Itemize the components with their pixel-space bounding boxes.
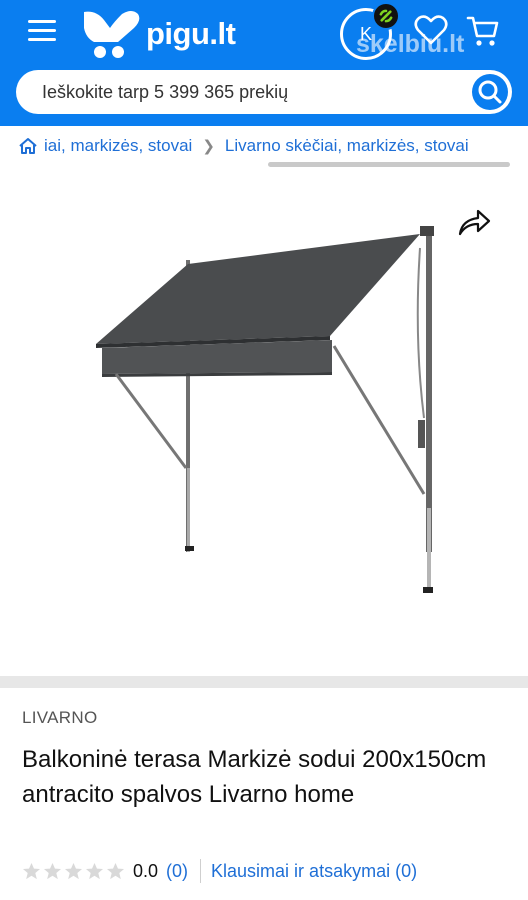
breadcrumb-item[interactable]: iai, markizės, stovai xyxy=(44,136,192,156)
product-image xyxy=(96,226,434,593)
search-icon xyxy=(478,80,502,104)
star-icon xyxy=(64,862,83,879)
search-button[interactable] xyxy=(472,74,508,110)
chevron-right-icon: ❯ xyxy=(202,138,215,155)
rating-value: 0.0 xyxy=(133,860,159,881)
rating-row: 0.0 (0) Klausimai ir atsakymai (0) xyxy=(22,858,417,884)
badge-icon xyxy=(372,2,400,30)
top-header: pigu.lt K skelbiu.lt xyxy=(0,0,528,126)
qa-link[interactable]: Klausimai ir atsakymai (0) xyxy=(211,861,417,882)
star-icon xyxy=(22,862,41,879)
search-bar xyxy=(16,70,512,114)
product-title: Balkoninė terasa Markizė sodui 200x150cm… xyxy=(22,746,487,808)
rating-count-link[interactable]: (0) xyxy=(166,861,188,882)
product-image-gallery[interactable] xyxy=(0,168,528,676)
home-icon[interactable] xyxy=(18,136,38,156)
star-icon xyxy=(85,862,104,879)
heart-icon[interactable] xyxy=(414,14,448,46)
breadcrumb-item[interactable]: Livarno skėčiai, markizės, stovai xyxy=(225,136,469,156)
breadcrumb-scrollbar[interactable] xyxy=(268,162,510,167)
product-brand[interactable]: LIVARNO xyxy=(22,708,97,728)
search-input[interactable] xyxy=(42,79,462,105)
cart-icon[interactable] xyxy=(466,14,500,48)
watermark: skelbiu.lt xyxy=(356,30,465,58)
logo[interactable]: pigu.lt xyxy=(80,6,270,62)
section-divider xyxy=(0,676,528,688)
menu-icon[interactable] xyxy=(28,20,56,44)
star-rating xyxy=(22,862,127,881)
star-icon xyxy=(43,862,62,879)
logo-text: pigu.lt xyxy=(146,16,236,51)
divider xyxy=(200,859,202,883)
share-icon[interactable] xyxy=(456,206,492,238)
logo-mark-icon xyxy=(84,11,140,58)
breadcrumb: iai, markizės, stovai ❯ Livarno skėčiai,… xyxy=(0,126,528,166)
star-icon xyxy=(106,862,125,879)
